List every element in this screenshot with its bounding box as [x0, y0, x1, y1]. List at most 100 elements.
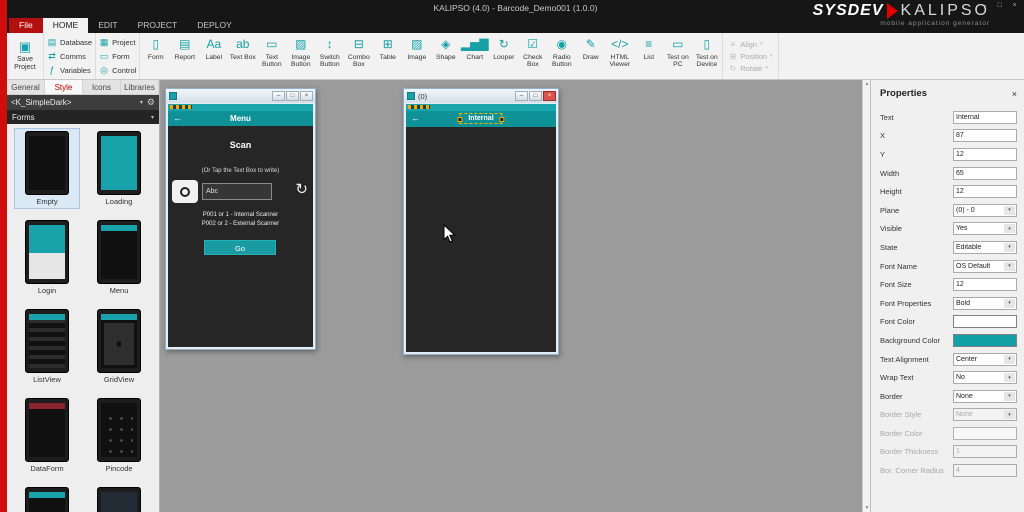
maximize-button[interactable]: □: [286, 91, 299, 101]
ribbon-item-form[interactable]: ▭ Form: [99, 51, 136, 62]
form-template-empty[interactable]: Empty: [14, 128, 80, 209]
designer-window-menu[interactable]: – □ × ← Menu Scan (Or Tap the Text Box to …: [165, 88, 316, 350]
ribbon-button-html-viewer[interactable]: </> HTML Viewer: [605, 34, 634, 79]
property-color-font-color[interactable]: [953, 315, 1017, 329]
form-template-loading[interactable]: Loading: [87, 129, 151, 208]
property-select-font-properties[interactable]: Bold ▾: [953, 296, 1017, 310]
form-internal-body[interactable]: ← Internal: [406, 104, 556, 352]
chart-icon: ▂▅▇: [460, 37, 489, 52]
ribbon-item-variables[interactable]: ƒ Variables: [47, 65, 92, 75]
forms-section-header[interactable]: Forms ▾: [7, 110, 159, 124]
chevron-down-icon: ▾: [1004, 354, 1015, 364]
form-template-listview[interactable]: ListView: [15, 307, 79, 386]
ribbon-button-check-box[interactable]: ☑ Check Box: [518, 34, 547, 79]
property-row-plane: Plane (0) - 0 ▾: [880, 201, 1017, 220]
ribbon-button-text-button[interactable]: ▭ Text Button: [257, 34, 286, 79]
form-template-menu[interactable]: Menu: [87, 218, 151, 297]
ribbon-button-image[interactable]: ▨ Image: [402, 34, 431, 79]
property-select-text-alignment[interactable]: Center ▾: [953, 352, 1017, 366]
ribbon-item-project[interactable]: ▦ Project: [99, 37, 136, 48]
text-button-icon: ▭: [266, 37, 278, 52]
form-menu-body[interactable]: ← Menu Scan (Or Tap the Text Box to writ…: [168, 104, 313, 347]
maximize-button[interactable]: □: [993, 1, 1006, 11]
close-button[interactable]: ×: [300, 91, 313, 101]
menu-tab-project[interactable]: PROJECT: [128, 18, 188, 33]
property-input-x[interactable]: [953, 129, 1017, 143]
gear-icon[interactable]: ⚙: [147, 97, 155, 108]
property-row-y: Y: [880, 145, 1017, 164]
form-template-partial2[interactable]: [87, 485, 151, 512]
ribbon-item-control[interactable]: ◎ Control: [99, 65, 136, 76]
property-select-wrap-text[interactable]: No ▾: [953, 371, 1017, 385]
form-menu-header[interactable]: ← Menu: [168, 111, 313, 126]
ribbon-button-radio-button[interactable]: ◉ Radio Button: [547, 34, 576, 79]
minimize-button[interactable]: –: [272, 91, 285, 101]
ribbon-button-form[interactable]: ▯ Form: [141, 34, 170, 79]
sidebar-tab-general[interactable]: General: [7, 80, 45, 94]
ribbon-button-report[interactable]: ▤ Report: [170, 34, 199, 79]
camera-lens-icon: [180, 186, 190, 197]
template-caption: DataForm: [30, 464, 64, 473]
close-button[interactable]: ×: [1008, 1, 1021, 11]
ribbon-button-shape[interactable]: ◈ Shape: [431, 34, 460, 79]
sidebar-tab-libraries[interactable]: Libraries: [121, 80, 159, 94]
ribbon-button-image-button[interactable]: ▨ Image Button: [286, 34, 315, 79]
camera-icon[interactable]: [172, 180, 198, 203]
ribbon-button-test-on-device[interactable]: ▯ Test on Device: [692, 34, 721, 79]
property-select-visible[interactable]: Yes ▾: [953, 222, 1017, 236]
save-project-button[interactable]: ▣ Save Project: [9, 40, 41, 71]
chevron-down-icon: ▾: [1004, 410, 1015, 420]
ribbon-button-switch-button[interactable]: ↕ Switch Button: [315, 34, 344, 79]
property-select-state[interactable]: Editable ▾: [953, 240, 1017, 254]
menu-tab-home[interactable]: HOME: [42, 18, 89, 33]
scan-text-box[interactable]: Abc: [202, 183, 272, 200]
property-input-font-size[interactable]: [953, 278, 1017, 292]
ribbon-button-list[interactable]: ≡ List: [634, 34, 663, 79]
report-icon: ▤: [179, 37, 191, 52]
designer-window-internal[interactable]: (0) – □ × ← Internal: [403, 88, 559, 355]
scanner-info-line-1: P001 or 1 - Internal Scanner: [202, 212, 279, 218]
designer-window-internal-titlebar[interactable]: (0) – □ ×: [404, 89, 558, 103]
ribbon-button-text-box[interactable]: ab Text Box: [228, 34, 257, 79]
property-input-width[interactable]: [953, 166, 1017, 180]
refresh-icon[interactable]: ↻: [295, 180, 308, 198]
ribbon-button-table[interactable]: ⊞ Table: [373, 34, 402, 79]
back-arrow-icon[interactable]: ←: [411, 113, 420, 123]
property-select-plane[interactable]: (0) - 0 ▾: [953, 203, 1017, 217]
ribbon-button-draw[interactable]: ✎ Draw: [576, 34, 605, 79]
form-template-dataform[interactable]: DataForm: [15, 396, 79, 475]
form-template-login[interactable]: Login: [15, 218, 79, 297]
sidebar-tab-icons[interactable]: Icons: [83, 80, 121, 94]
sidebar-tab-style[interactable]: Style: [45, 80, 83, 94]
go-button[interactable]: Go: [204, 240, 276, 255]
menu-tab-edit[interactable]: EDIT: [88, 18, 127, 33]
form-template-pincode[interactable]: Pincode: [87, 396, 151, 475]
ribbon-button-looper[interactable]: ↻ Looper: [489, 34, 518, 79]
property-input-text[interactable]: [953, 110, 1017, 124]
form-template-gridview[interactable]: GridView: [87, 307, 151, 386]
property-input-height[interactable]: [953, 185, 1017, 199]
ribbon-button-label[interactable]: Aa Label: [199, 34, 228, 79]
menu-tab-file[interactable]: File: [9, 18, 43, 33]
maximize-button[interactable]: □: [529, 91, 542, 101]
close-button[interactable]: ×: [543, 91, 556, 101]
property-color-background-color[interactable]: [953, 333, 1017, 347]
property-select-border[interactable]: None ▾: [953, 389, 1017, 403]
close-icon[interactable]: ×: [1012, 89, 1017, 99]
designer-window-menu-titlebar[interactable]: – □ ×: [166, 89, 315, 103]
canvas-scrollbar[interactable]: ▲ ▼: [862, 80, 870, 512]
form-template-partial1[interactable]: [15, 485, 79, 512]
menu-tab-deploy[interactable]: DEPLOY: [187, 18, 242, 33]
selected-label-internal[interactable]: Internal: [457, 113, 505, 124]
form-internal-header[interactable]: ← Internal: [406, 111, 556, 127]
property-select-font-name[interactable]: OS Default ▾: [953, 259, 1017, 273]
theme-selector[interactable]: <K_SimpleDark> ▾ ⚙: [7, 95, 159, 110]
property-input-y[interactable]: [953, 147, 1017, 161]
designer-window-internal-title: (0): [418, 91, 428, 101]
ribbon-button-chart[interactable]: ▂▅▇ Chart: [460, 34, 489, 79]
minimize-button[interactable]: –: [515, 91, 528, 101]
ribbon-item-database[interactable]: ▤ Database: [47, 37, 92, 48]
ribbon-item-comms[interactable]: ⇄ Comms: [47, 51, 92, 62]
ribbon-button-test-on-pc[interactable]: ▭ Test on PC: [663, 34, 692, 79]
ribbon-button-combo-box[interactable]: ⊟ Combo Box: [344, 34, 373, 79]
